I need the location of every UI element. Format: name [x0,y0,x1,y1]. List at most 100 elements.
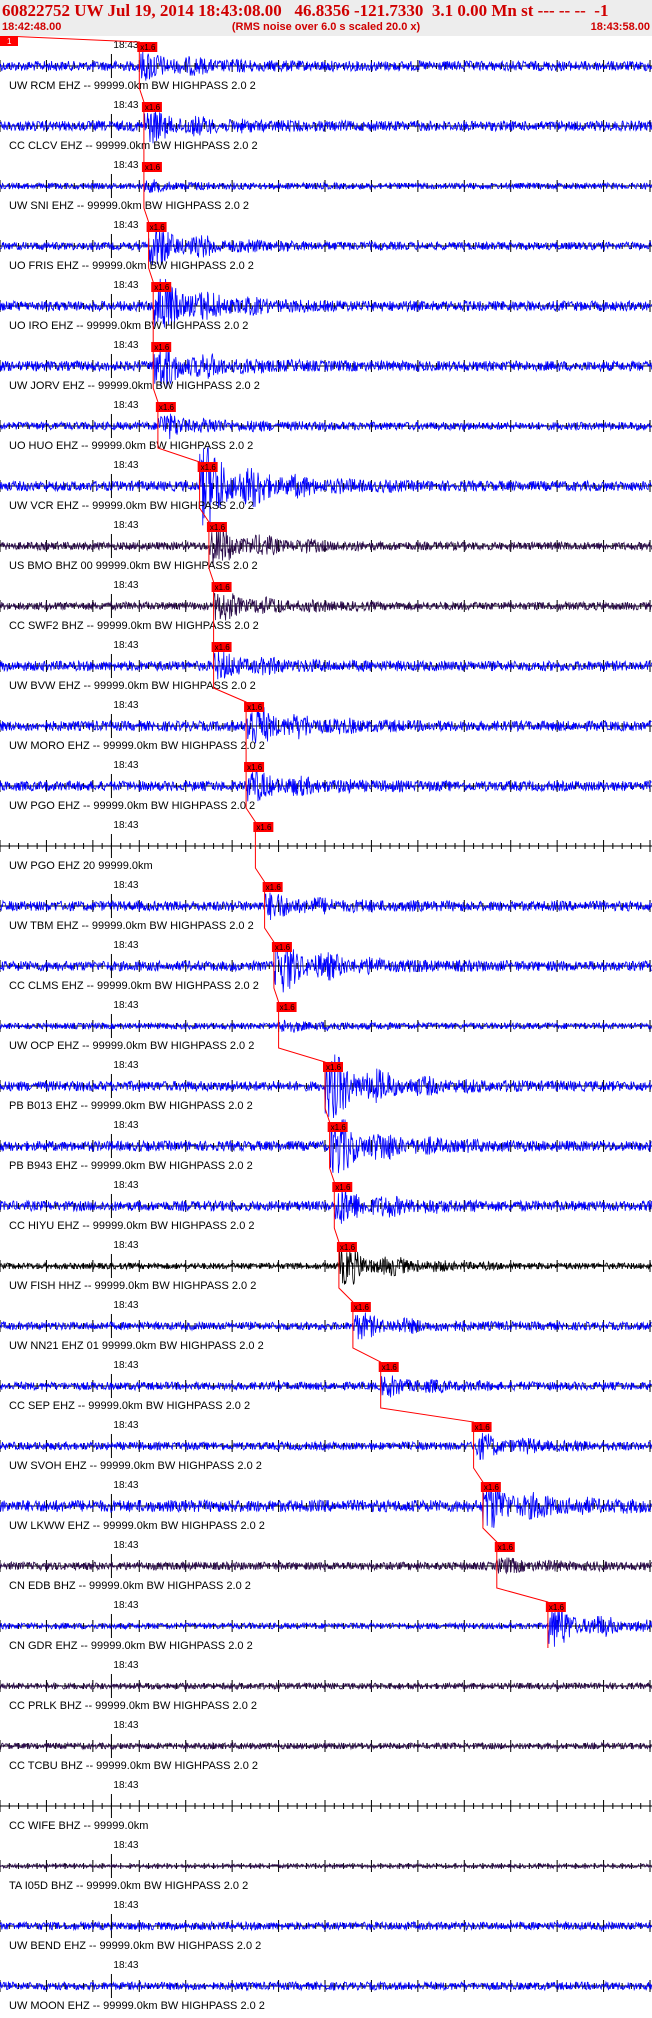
minute-label: 18:43 [113,940,138,951]
minute-label: 18:43 [113,1180,138,1191]
minute-label: 18:43 [113,1000,138,1011]
waveform [0,768,652,802]
pick-label: x1.6 [335,1183,351,1192]
minute-label: 18:43 [113,1060,138,1071]
channel-trace: 18:43 UW LKWW EHZ -- 99999.0km BW HIGHPAS… [0,1480,652,1532]
channel-trace: 18:43 UO IRO EHZ -- 99999.0km BW HIGHPASS… [0,278,652,332]
channel-label: CC TCBU BHZ -- 99999.0km BW HIGHPASS 2.0… [9,1760,258,1772]
waveform [0,111,652,144]
minute-label: 18:43 [113,1720,138,1731]
minute-label: 18:43 [113,1900,138,1911]
pick-label: x1.6 [549,1603,565,1612]
pick-label: x1.6 [498,1543,514,1552]
pick-label: x1.6 [247,703,263,712]
channel-label: CN EDB BHZ -- 99999.0km BW HIGHPASS 2.0 … [9,1580,251,1592]
channel-trace: 18:43 UO FRIS EHZ -- 99999.0km BW HIGHPAS… [0,220,652,272]
minute-label: 18:43 [113,1960,138,1971]
channel-label: CC SWF2 BHZ -- 99999.0km BW HIGHPASS 2.0… [9,620,259,632]
channel-label: UW SVOH EHZ -- 99999.0km BW HIGHPASS 2.0… [9,1460,262,1472]
minute-label: 18:43 [113,1840,138,1851]
channel-trace: 18:43 CC SWF2 BHZ -- 99999.0km BW HIGHPAS… [0,580,652,632]
end-time-label: 18:43:58.00 [590,21,650,33]
channel-trace: 18:43 UW PGO EHZ 20 99999.0km x1.6 [0,820,652,872]
channel-trace: 18:43 UW SNI EHZ -- 99999.0km BW HIGHPASS… [0,160,652,212]
pick-label: x1.6 [154,343,170,352]
channel-trace: 18:43 CC CLCV EHZ -- 99999.0km BW HIGHPAS… [0,100,652,152]
pick-label: x1.6 [140,43,156,52]
channel-trace: 18:43 CC CLMS EHZ -- 99999.0km BW HIGHPAS… [0,940,652,993]
minute-label: 18:43 [113,880,138,891]
minute-label: 18:43 [113,280,138,291]
channel-label: PB B013 EHZ -- 99999.0km BW HIGHPASS 2.0… [9,1100,253,1112]
waveform [0,592,652,621]
channel-trace: 18:43 CC WIFE BHZ -- 99999.0km [0,1780,652,1832]
channel-label: CC CLCV EHZ -- 99999.0km BW HIGHPASS 2.0… [9,140,258,152]
channel-label: UW MOON EHZ -- 99999.0km BW HIGHPASS 2.0… [9,2000,265,2012]
minute-label: 18:43 [113,1780,138,1791]
channel-trace: 18:43 CC HIYU EHZ -- 99999.0km BW HIGHPAS… [0,1180,652,1232]
channel-trace: 18:43 US BMO BHZ 00 99999.0km BW HIGHPASS… [0,520,652,572]
event-title: 60822752 UW Jul 19, 2014 18:43:08.00 46.… [2,1,609,20]
pick-label: x1.6 [159,403,175,412]
channel-label: UO HUO EHZ -- 99999.0km BW HIGHPASS 2.0 … [9,440,253,452]
channel-label: TA I05D BHZ -- 99999.0km BW HIGHPASS 2.0… [9,1880,248,1892]
minute-label: 18:43 [113,1600,138,1611]
waveform [0,1185,652,1224]
channel-trace: 18:43UW BVW EHZ -- 99999.0km BW HIGHPASS… [0,640,652,692]
channel-trace: 18:43 CN GDR EHZ -- 99999.0km BW HIGHPASS… [0,1600,652,1652]
minute-label: 18:43 [113,1240,138,1251]
channel-label: UW VCR EHZ -- 99999.0km BW HIGHPASS 2.0 … [9,500,254,512]
channel-trace: 18:43 UW PGO EHZ -- 99999.0km BW HIGHPASS… [0,760,652,812]
channel-label: UW OCP EHZ -- 99999.0km BW HIGHPASS 2.0 … [9,1040,254,1052]
minute-label: 18:43 [113,460,138,471]
channel-label: UW LKWW EHZ -- 99999.0km BW HIGHPASS 2.0… [9,1520,265,1532]
pick-label: x1.6 [484,1483,500,1492]
minute-label: 18:43 [113,1300,138,1311]
channel-label: US BMO BHZ 00 99999.0km BW HIGHPASS 2.0 … [9,560,258,572]
pick-label: x1.6 [145,103,161,112]
pick-label: x1.6 [256,823,272,832]
pick-label: x1.6 [215,583,231,592]
channel-trace: 18:43 CC PRLK BHZ -- 99999.0km BW HIGHPAS… [0,1660,652,1712]
waveform [0,705,652,744]
pick-label: x1.6 [275,943,291,952]
channel-label: CC SEP EHZ -- 99999.0km BW HIGHPASS 2.0 … [9,1400,250,1412]
channel-label: UW NN21 EHZ 01 99999.0km BW HIGHPASS 2.0… [9,1340,264,1352]
channel-label: UW FISH HHZ -- 99999.0km BW HIGHPASS 2.0… [9,1280,256,1292]
channel-trace: 18:43 UW TBM EHZ -- 99999.0km BW HIGHPASS… [0,880,652,932]
channel-trace: 18:43 CC SEP EHZ -- 99999.0km BW HIGHPASS… [0,1360,652,1412]
channel-label: UO FRIS EHZ -- 99999.0km BW HIGHPASS 2.0… [9,260,254,272]
plot-header: 60822752 UW Jul 19, 2014 18:43:08.00 46.… [0,0,652,36]
pick-label: x1.6 [215,643,231,652]
pick-label: x1.6 [150,223,166,232]
minute-label: 18:43 [113,1360,138,1371]
channel-label: UW TBM EHZ -- 99999.0km BW HIGHPASS 2.0 … [9,920,254,932]
channel-label: CC HIYU EHZ -- 99999.0km BW HIGHPASS 2.0… [9,1220,255,1232]
channel-label: UW RCM EHZ -- 99999.0km BW HIGHPASS 2.0 … [9,80,256,92]
minute-label: 18:43 [113,340,138,351]
pick-label: x1.6 [154,283,170,292]
channel-label: CC WIFE BHZ -- 99999.0km [9,1820,148,1832]
channel-trace: 18:43 CN EDB BHZ -- 99999.0km BW HIGHPASS… [0,1540,652,1592]
pick-label: x1.6 [210,523,226,532]
channel-trace: 18:43 UO HUO EHZ -- 99999.0km BW HIGHPASS… [0,400,652,452]
minute-label: 18:43 [113,220,138,231]
channel-trace: 18:43UW RCM EHZ -- 99999.0km BW HIGHPASS… [0,40,652,92]
minute-label: 18:43 [113,820,138,831]
channel-label: UW BEND EHZ -- 99999.0km BW HIGHPASS 2.0… [9,1940,261,1952]
rms-note: (RMS noise over 6.0 s scaled 20.0 x) [231,21,421,33]
channel-trace: 18:43 UW OCP EHZ -- 99999.0km BW HIGHPASS… [0,1000,652,1052]
minute-label: 18:43 [113,640,138,651]
pick-label: x1.6 [145,163,161,172]
channel-label: CC CLMS EHZ -- 99999.0km BW HIGHPASS 2.0… [9,980,259,992]
minute-label: 18:43 [113,1480,138,1491]
channel-label: UW JORV EHZ -- 99999.0km BW HIGHPASS 2.0… [9,380,260,392]
channel-label: UW SNI EHZ -- 99999.0km BW HIGHPASS 2.0 … [9,200,249,212]
minute-label: 18:43 [113,700,138,711]
channel-trace: 18:43 UW VCR EHZ -- 99999.0km BW HIGHPASS… [0,446,652,527]
channel-label: UW PGO EHZ -- 99999.0km BW HIGHPASS 2.0 … [9,800,255,812]
channel-label: UO IRO EHZ -- 99999.0km BW HIGHPASS 2.0 … [9,320,248,332]
channel-label: CN GDR EHZ -- 99999.0km BW HIGHPASS 2.0 … [9,1640,253,1652]
minute-label: 18:43 [113,520,138,531]
pick-label: x1.6 [340,1243,356,1252]
